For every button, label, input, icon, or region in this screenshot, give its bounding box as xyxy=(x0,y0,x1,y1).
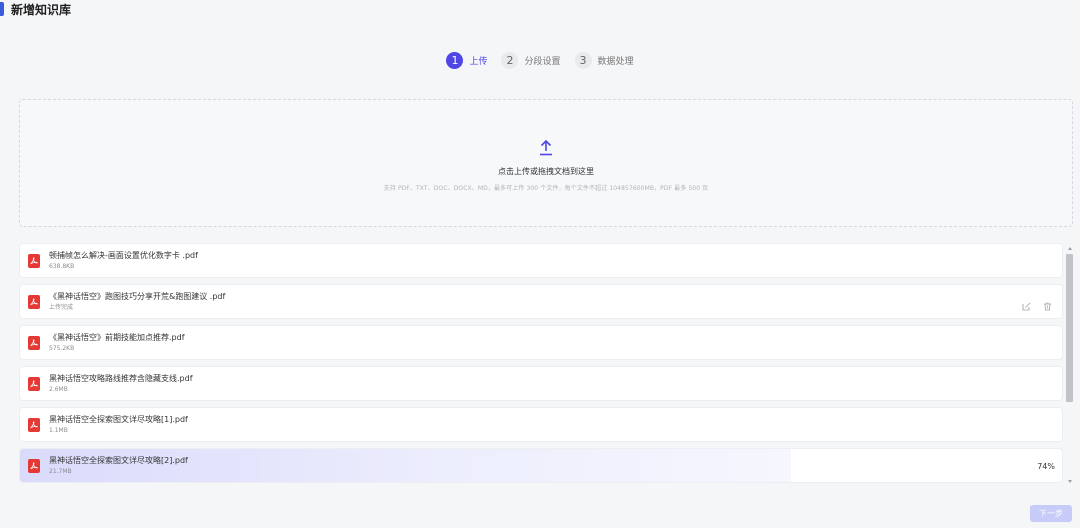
file-list: 顿捕帧怎么解决-画面设置优化数字卡 .pdf 638.8KB 《黑神话悟空》跑图… xyxy=(19,243,1063,483)
file-item[interactable]: 黑神话悟空攻略路线推荐含隐藏支线.pdf 2.6MB xyxy=(19,366,1063,401)
step-label: 上传 xyxy=(469,57,488,67)
file-size: 1.1MB xyxy=(49,426,68,434)
step-number: 3 xyxy=(574,52,592,69)
step-upload: 1 上传 xyxy=(446,52,487,69)
step-number: 1 xyxy=(446,52,464,69)
step-label: 数据处理 xyxy=(597,57,634,67)
step-indicator: 1 上传 2 分段设置 3 数据处理 xyxy=(0,52,1080,69)
file-size: 638.8KB xyxy=(49,262,75,270)
scroll-up-arrow-icon[interactable] xyxy=(1068,247,1072,250)
page-header: 新增知识库 xyxy=(0,0,71,18)
file-meta: 黑神话悟空攻略路线推荐含隐藏支线.pdf 2.6MB xyxy=(49,373,193,395)
step-label: 分段设置 xyxy=(524,57,561,67)
file-meta: 黑神话悟空全探索图文详尽攻略[2].pdf 21.7MB xyxy=(49,455,188,477)
pdf-icon xyxy=(28,253,40,268)
scroll-down-arrow-icon[interactable] xyxy=(1068,480,1072,483)
file-name: 黑神话悟空全探索图文详尽攻略[1].pdf xyxy=(49,414,188,424)
scrollbar-thumb[interactable] xyxy=(1066,254,1073,402)
file-item[interactable]: 《黑神话悟空》跑图技巧分享开荒&跑图建议 .pdf 上传完成 xyxy=(19,284,1063,319)
file-name: 黑神话悟空攻略路线推荐含隐藏支线.pdf xyxy=(49,373,193,383)
title-accent-bar xyxy=(0,2,4,16)
file-meta: 顿捕帧怎么解决-画面设置优化数字卡 .pdf 638.8KB xyxy=(49,250,198,272)
file-size: 21.7MB xyxy=(49,467,72,475)
next-step-button[interactable]: 下一步 xyxy=(1030,505,1072,522)
file-meta: 《黑神话悟空》前期技能加点推荐.pdf 575.2KB xyxy=(49,332,185,354)
upload-status: 上传完成 xyxy=(49,303,74,311)
pdf-icon xyxy=(28,376,40,391)
file-size: 2.6MB xyxy=(49,385,68,393)
pdf-icon xyxy=(28,294,40,309)
pdf-icon xyxy=(28,458,40,473)
delete-icon[interactable] xyxy=(1043,296,1052,311)
file-name: 黑神话悟空全探索图文详尽攻略[2].pdf xyxy=(49,455,188,465)
step-data-processing: 3 数据处理 xyxy=(574,52,634,69)
file-meta: 《黑神话悟空》跑图技巧分享开荒&跑图建议 .pdf 上传完成 xyxy=(49,291,225,313)
file-list-scrollbar[interactable] xyxy=(1066,243,1074,485)
step-segment-settings: 2 分段设置 xyxy=(501,52,561,69)
file-item[interactable]: 《黑神话悟空》前期技能加点推荐.pdf 575.2KB xyxy=(19,325,1063,360)
page-title: 新增知识库 xyxy=(11,2,72,17)
step-number: 2 xyxy=(501,52,519,69)
upload-icon xyxy=(539,139,553,160)
file-item[interactable]: 顿捕帧怎么解决-画面设置优化数字卡 .pdf 638.8KB xyxy=(19,243,1063,278)
edit-icon[interactable] xyxy=(1022,296,1031,311)
dropzone-hint-text: 支持 PDF、TXT、DOC、DOCX、MD，最多可上传 300 个文件，每个文… xyxy=(383,185,709,192)
file-meta: 黑神话悟空全探索图文详尽攻略[1].pdf 1.1MB xyxy=(49,414,188,436)
pdf-icon xyxy=(28,417,40,432)
file-name: 《黑神话悟空》前期技能加点推荐.pdf xyxy=(49,332,185,342)
pdf-icon xyxy=(28,335,40,350)
file-item-uploading[interactable]: 黑神话悟空全探索图文详尽攻略[2].pdf 21.7MB 74% xyxy=(19,448,1063,483)
file-size: 575.2KB xyxy=(49,344,75,352)
dropzone-main-text: 点击上传或拖拽文档到这里 xyxy=(498,167,594,176)
file-name: 《黑神话悟空》跑图技巧分享开荒&跑图建议 .pdf xyxy=(49,291,226,301)
upload-percent: 74% xyxy=(1037,462,1055,471)
file-actions xyxy=(1022,296,1052,311)
file-item[interactable]: 黑神话悟空全探索图文详尽攻略[1].pdf 1.1MB xyxy=(19,407,1063,442)
file-name: 顿捕帧怎么解决-画面设置优化数字卡 .pdf xyxy=(49,250,198,260)
upload-dropzone[interactable]: 点击上传或拖拽文档到这里 支持 PDF、TXT、DOC、DOCX、MD，最多可上… xyxy=(19,99,1073,227)
